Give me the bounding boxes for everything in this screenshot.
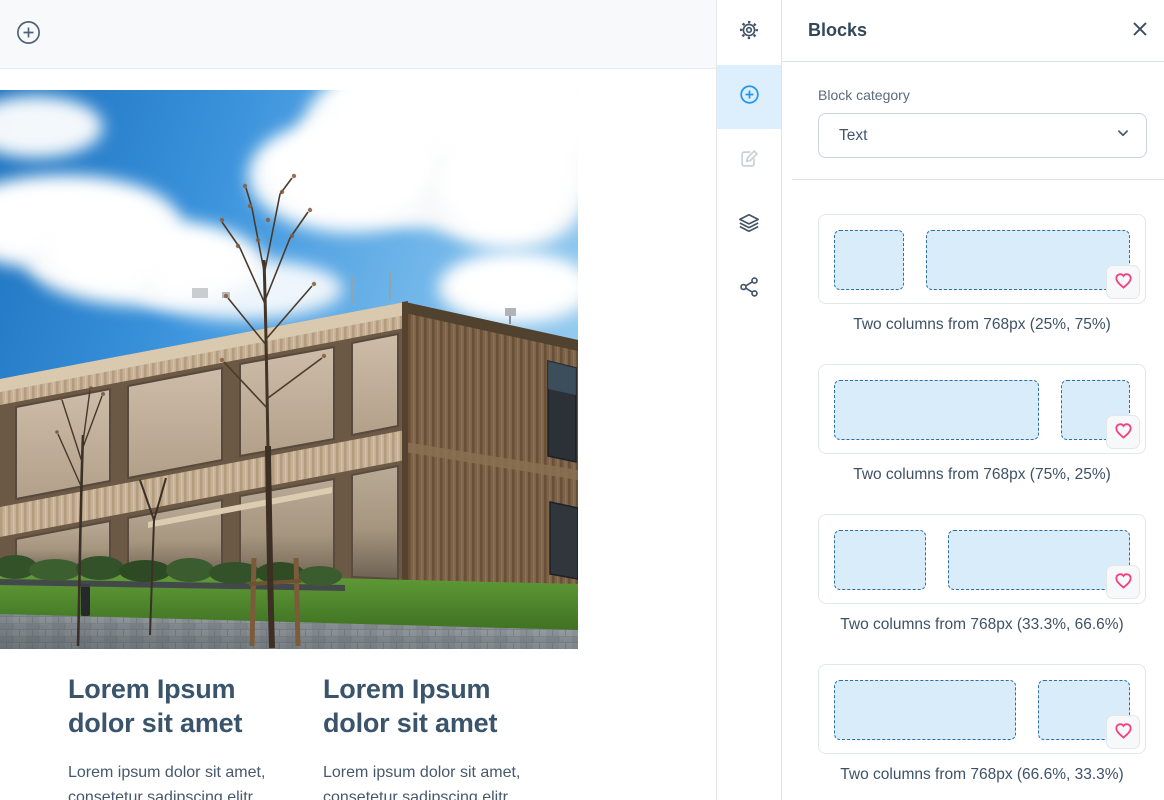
block-card-two-columns-25-75[interactable]	[818, 214, 1146, 304]
block-option: Two columns from 768px (66.6%, 33.3%)	[818, 664, 1147, 784]
panel-divider	[792, 179, 1164, 180]
heart-icon	[1113, 720, 1134, 744]
blocks-panel: Blocks Block category Text	[781, 0, 1164, 800]
block-column-preview	[834, 230, 904, 290]
heart-icon	[1113, 420, 1134, 444]
block-caption: Two columns from 768px (25%, 75%)	[818, 316, 1146, 334]
block-caption: Two columns from 768px (33.3%, 66.6%)	[818, 616, 1146, 634]
plus-circle-icon	[16, 20, 41, 48]
blocks-panel-body: Block category Text	[782, 62, 1164, 800]
heart-icon	[1113, 270, 1134, 294]
column-body: Lorem ipsum dolor sit amet, consetetur s…	[68, 761, 290, 800]
block-category-label: Block category	[818, 87, 1147, 103]
share-icon	[738, 276, 760, 303]
favorite-button[interactable]	[1106, 415, 1140, 449]
toolbar-item-layers[interactable]	[717, 193, 781, 257]
block-card-two-columns-75-25[interactable]	[818, 364, 1146, 454]
building-side-face	[402, 301, 578, 589]
toolbar-item-settings[interactable]	[717, 0, 781, 65]
panel-title: Blocks	[808, 20, 1130, 41]
chevron-down-icon	[1114, 124, 1132, 147]
heart-icon	[1113, 570, 1134, 594]
building-scene	[0, 90, 578, 649]
block-caption: Two columns from 768px (75%, 25%)	[818, 466, 1146, 484]
block-column-preview	[834, 380, 1039, 440]
text-column: Lorem Ipsum dolor sit amet Lorem ipsum d…	[323, 672, 545, 800]
column-heading: Lorem Ipsum dolor sit amet	[68, 672, 290, 740]
block-option: Two columns from 768px (25%, 75%)	[818, 214, 1147, 334]
block-column-preview	[834, 680, 1016, 740]
close-panel-button[interactable]	[1130, 19, 1150, 42]
bollard	[81, 584, 90, 616]
block-column-preview	[926, 230, 1131, 290]
favorite-button[interactable]	[1106, 565, 1140, 599]
edit-icon	[738, 148, 760, 175]
preview-header	[0, 0, 716, 69]
text-column: Lorem Ipsum dolor sit amet Lorem ipsum d…	[68, 672, 290, 800]
hero-image	[0, 90, 578, 649]
block-column-preview	[948, 530, 1130, 590]
block-option: Two columns from 768px (33.3%, 66.6%)	[818, 514, 1147, 634]
editor-toolbar	[716, 0, 781, 800]
block-category-value: Text	[839, 127, 867, 145]
block-column-preview	[834, 530, 926, 590]
blocks-panel-header: Blocks	[782, 0, 1164, 62]
block-caption: Two columns from 768px (66.6%, 33.3%)	[818, 766, 1146, 784]
favorite-button[interactable]	[1106, 715, 1140, 749]
column-heading: Lorem Ipsum dolor sit amet	[323, 672, 545, 740]
building-front-face	[0, 302, 405, 589]
toolbar-item-share[interactable]	[717, 257, 781, 321]
add-section-button[interactable]	[16, 20, 41, 48]
page-builder-app: Lorem Ipsum dolor sit amet Lorem ipsum d…	[0, 0, 1164, 800]
block-option: Two columns from 768px (75%, 25%)	[818, 364, 1147, 484]
column-body: Lorem ipsum dolor sit amet, consetetur s…	[323, 761, 545, 800]
favorite-button[interactable]	[1106, 265, 1140, 299]
gear-icon	[738, 19, 760, 46]
preview-text-section: Lorem Ipsum dolor sit amet Lorem ipsum d…	[68, 672, 716, 800]
layers-icon	[738, 212, 760, 239]
plus-circle-icon	[739, 84, 760, 110]
toolbar-item-add-block[interactable]	[717, 65, 781, 129]
toolbar-item-edit[interactable]	[717, 129, 781, 193]
close-icon	[1130, 19, 1150, 42]
page-preview: Lorem Ipsum dolor sit amet Lorem ipsum d…	[0, 0, 716, 800]
block-card-two-columns-66-33[interactable]	[818, 664, 1146, 754]
block-card-two-columns-33-66[interactable]	[818, 514, 1146, 604]
block-category-select[interactable]: Text	[818, 113, 1147, 158]
